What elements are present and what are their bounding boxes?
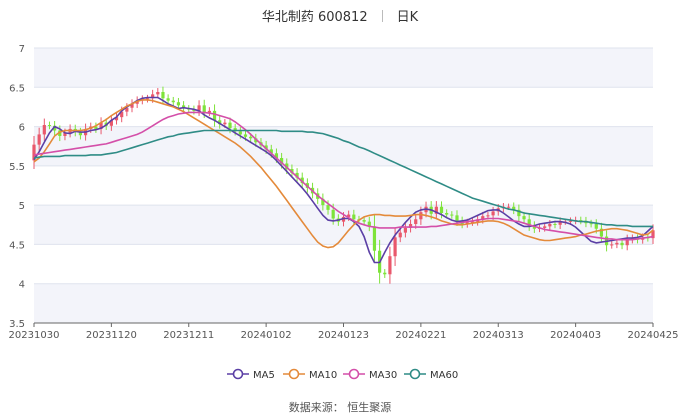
y-tick-label: 6.5: [9, 83, 25, 94]
candle-body: [212, 110, 217, 121]
candle-body: [352, 214, 356, 220]
background-bands: [34, 48, 653, 323]
candle-body: [207, 110, 211, 113]
x-axis: 20231030 20231120 20231211 20240102 20240123…: [9, 322, 679, 341]
legend-label: MA5: [253, 370, 275, 381]
candle-body: [238, 131, 242, 135]
candle-body: [450, 214, 454, 216]
plot-svg: 3.5 4 4.5 5 5.5 6 6.5 7 20231030 20231120 2023121…: [9, 44, 679, 381]
candle-body: [176, 102, 181, 106]
stock-name-code: 华北制药 600812: [261, 10, 368, 25]
legend-label: MA30: [369, 370, 397, 381]
legend-label: MA60: [430, 370, 458, 381]
candle-body: [372, 226, 377, 251]
candle-body: [419, 212, 423, 220]
y-tick-label: 6: [19, 123, 25, 134]
x-tick-label: 20240313: [473, 330, 524, 341]
period-label: 日K: [396, 10, 419, 25]
candle-body: [491, 211, 495, 216]
candle-body: [445, 213, 449, 215]
candle-body: [393, 237, 397, 257]
candle-body: [486, 215, 490, 217]
candle-body: [383, 272, 387, 275]
x-tick-label: 20240403: [550, 330, 601, 341]
candle-body: [42, 125, 46, 135]
candle-body: [620, 242, 624, 246]
x-tick-label: 20231030: [9, 330, 60, 341]
legend-swatch-marker: [288, 368, 300, 380]
x-tick-label: 20240123: [318, 330, 369, 341]
candle-body: [166, 98, 170, 101]
band: [34, 283, 653, 323]
candle-body: [243, 134, 248, 137]
legend-swatch-marker: [348, 368, 360, 380]
candle-body: [625, 239, 629, 246]
kline-chart: 华北制药 600812 日K 3.5 4 4.5 5 5.5 6 6.5 7 20231030 2…: [0, 0, 680, 414]
candle-body: [439, 206, 444, 213]
y-tick-label: 5: [19, 201, 25, 212]
title-separator: [381, 10, 383, 22]
legend-swatch-marker: [409, 368, 421, 380]
candle-body: [228, 122, 232, 129]
candle-body: [522, 216, 526, 220]
candle-body: [362, 220, 366, 222]
candle-body: [548, 224, 552, 227]
x-tick-label: 20231211: [163, 330, 214, 341]
candle-body: [161, 92, 165, 99]
legend: MA5 MA10 MA30 MA60: [227, 368, 458, 381]
x-tick-label: 20240425: [628, 330, 679, 341]
candle-body: [37, 134, 41, 145]
candle-body: [553, 224, 557, 225]
candle-body: [388, 256, 392, 275]
candle-body: [47, 125, 52, 126]
candle-body: [331, 209, 335, 219]
chart-title: 华北制药 600812 日K: [0, 6, 680, 25]
candle-body: [594, 224, 598, 229]
candle-body: [543, 226, 547, 228]
candle-body: [171, 100, 175, 103]
x-tick-label: 20231120: [86, 330, 137, 341]
candle-body: [398, 232, 402, 238]
x-tick-label: 20240102: [241, 330, 292, 341]
y-axis: 3.5 4 4.5 5 5.5 6 6.5 7: [9, 44, 25, 330]
candle-body: [506, 206, 511, 208]
candle-body: [156, 92, 160, 95]
y-tick-label: 7: [19, 44, 25, 55]
y-tick-label: 5.5: [9, 162, 25, 173]
candle-body: [223, 122, 227, 125]
legend-label: MA10: [309, 370, 337, 381]
grid-lines: [34, 47, 653, 324]
candlesticks: [32, 86, 655, 284]
candle-body: [610, 244, 614, 246]
candle-body: [202, 105, 206, 113]
candle-body: [615, 242, 619, 245]
y-tick-label: 4: [19, 280, 25, 291]
band: [34, 48, 653, 88]
y-tick-label: 3.5: [9, 319, 25, 330]
candle-body: [414, 219, 418, 224]
y-tick-label: 4.5: [9, 240, 25, 251]
candle-body: [403, 227, 407, 233]
x-tick-label: 20240221: [395, 330, 446, 341]
candle-body: [326, 205, 330, 210]
candle-body: [249, 136, 253, 139]
candle-body: [455, 215, 459, 221]
band: [34, 126, 653, 166]
legend-swatch-marker: [232, 368, 244, 380]
